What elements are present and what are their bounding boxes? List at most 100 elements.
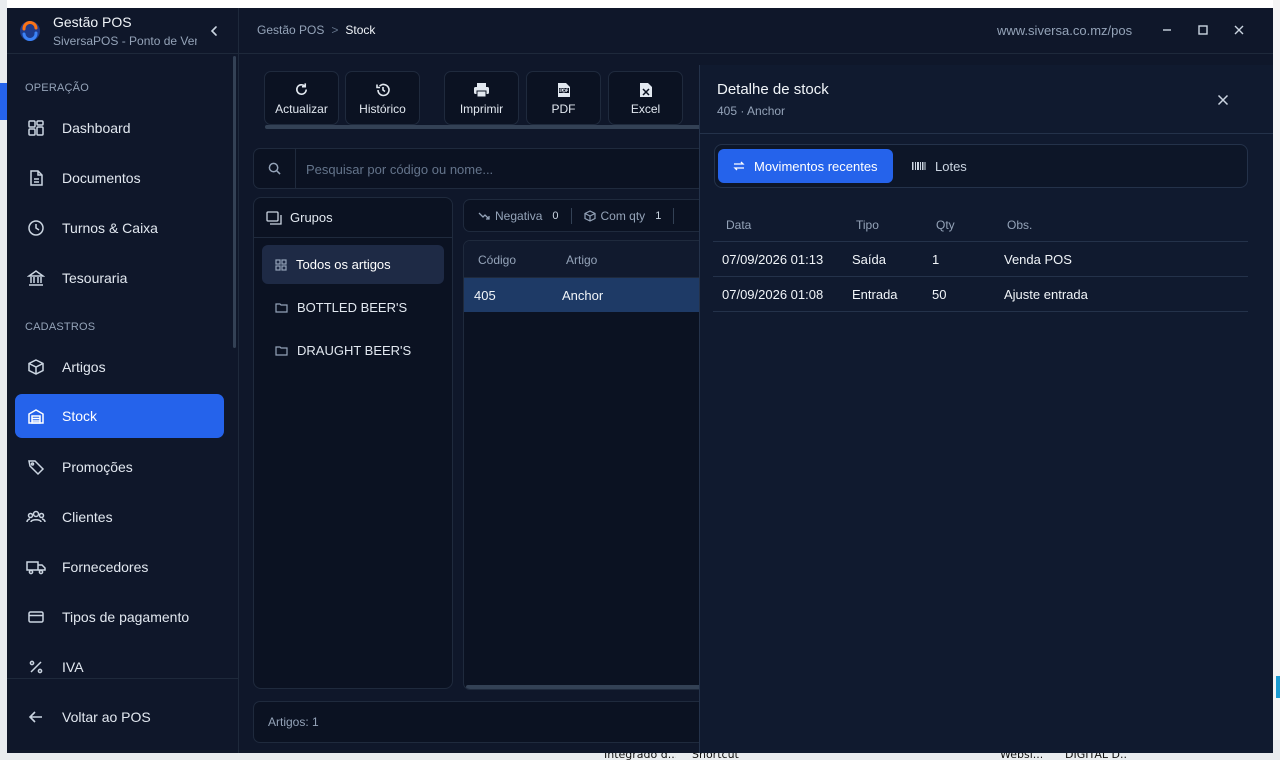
excel-button[interactable]: Excel (608, 71, 683, 125)
refresh-button[interactable]: Actualizar (264, 71, 339, 125)
section-label-operacao: OPERAÇÃO (25, 82, 89, 94)
collapse-sidebar-button[interactable] (205, 21, 223, 41)
pdf-label: PDF (551, 101, 576, 116)
cell-artigo: Anchor (562, 288, 604, 303)
table-row[interactable]: 405 Anchor (464, 278, 705, 312)
document-icon (26, 168, 46, 188)
top-header: Gestão POS > Stock www.siversa.co.mz/pos (239, 8, 1273, 54)
print-label: Imprimir (459, 101, 504, 116)
site-url[interactable]: www.siversa.co.mz/pos (997, 23, 1132, 38)
sidebar-item-documentos[interactable]: Documentos (15, 156, 224, 200)
movement-row: 07/09/2026 01:13 Saída 1 Venda POS (713, 242, 1248, 277)
sidebar-item-stock[interactable]: Stock (15, 394, 224, 438)
sidebar-item-clientes[interactable]: Clientes (15, 495, 224, 539)
brand-title: Gestão POS (53, 14, 132, 30)
minimize-button[interactable] (1157, 20, 1177, 40)
minimize-icon (1163, 29, 1171, 31)
column-header-artigo[interactable]: Artigo (566, 253, 597, 267)
movement-row: 07/09/2026 01:08 Entrada 50 Ajuste entra… (713, 277, 1248, 312)
sidebar-item-label: Clientes (62, 509, 113, 525)
sidebar-item-turnos-caixa[interactable]: Turnos & Caixa (15, 206, 224, 250)
arrow-left-icon (26, 707, 46, 727)
cell-data: 07/09/2026 01:13 (722, 252, 824, 267)
desktop-left-strip (0, 0, 7, 760)
dashboard-icon (26, 118, 46, 138)
sidebar-item-tipos-pagamento[interactable]: Tipos de pagamento (15, 595, 224, 639)
search-box (253, 148, 705, 189)
truck-icon (26, 557, 46, 577)
refresh-label: Actualizar (275, 101, 328, 116)
breadcrumb-root[interactable]: Gestão POS (257, 23, 324, 37)
pdf-button[interactable]: PDF (526, 71, 601, 125)
history-label: Histórico (359, 101, 406, 116)
movements-table: Data Tipo Qty Obs. 07/09/2026 01:13 Saíd… (713, 206, 1248, 312)
app-window: Gestão POS SiversaPOS - Ponto de Venda O… (7, 8, 1273, 753)
maximize-button[interactable] (1193, 20, 1213, 40)
panel-title: Detalhe de stock (717, 81, 829, 98)
filter-negativa[interactable]: Negativa 0 (478, 209, 559, 223)
close-panel-button[interactable] (1212, 89, 1234, 111)
column-header-qty: Qty (936, 218, 955, 232)
sidebar-item-iva[interactable]: IVA (15, 645, 224, 675)
box-icon (26, 357, 46, 377)
card-icon (26, 607, 46, 627)
filter-label: Com qty (600, 208, 646, 223)
back-to-pos-button[interactable]: Voltar ao POS (15, 695, 224, 739)
desktop-highlight (1276, 676, 1280, 698)
stock-table: Código Artigo 405 Anchor (463, 240, 705, 690)
print-button[interactable]: Imprimir (444, 71, 519, 125)
groups-panel: Grupos Todos os artigos BOTTLED BEER'S D… (253, 197, 453, 689)
column-header-tipo: Tipo (856, 218, 879, 232)
maximize-icon (1198, 25, 1208, 35)
close-icon (1234, 25, 1244, 35)
cell-tipo: Entrada (852, 287, 898, 302)
desktop-highlight (0, 83, 7, 120)
tab-lotes[interactable]: Lotes (897, 149, 982, 183)
filter-label: Negativa (495, 208, 543, 223)
close-window-button[interactable] (1229, 20, 1249, 40)
sidebar-item-fornecedores[interactable]: Fornecedores (15, 545, 224, 589)
group-item-label: DRAUGHT BEER'S (297, 343, 412, 358)
table-scrollbar[interactable] (466, 685, 705, 689)
back-to-pos-label: Voltar ao POS (62, 709, 151, 725)
sidebar-item-label: Turnos & Caixa (62, 220, 158, 236)
column-header-codigo[interactable]: Código (478, 253, 516, 267)
filter-bar: Negativa 0 Com qty 1 (463, 199, 705, 232)
sidebar-item-label: Tesouraria (62, 270, 128, 286)
tag-icon (26, 457, 46, 477)
excel-label: Excel (630, 101, 661, 116)
sidebar-scrollbar[interactable] (233, 56, 236, 348)
sidebar-footer: Voltar ao POS (7, 678, 239, 753)
group-item-all[interactable]: Todos os artigos (262, 245, 444, 284)
swap-icon (733, 161, 745, 171)
printer-icon (473, 81, 490, 99)
history-button[interactable]: Histórico (345, 71, 420, 125)
cell-obs: Ajuste entrada (1004, 287, 1088, 302)
breadcrumb: Gestão POS > Stock (257, 23, 375, 37)
filter-com-qty[interactable]: Com qty 1 (583, 208, 661, 223)
brand-logo-icon (20, 21, 40, 41)
sidebar-item-promocoes[interactable]: Promoções (15, 445, 224, 489)
search-input[interactable] (306, 159, 686, 179)
cell-codigo: 405 (474, 288, 496, 303)
cell-qty: 1 (932, 252, 940, 267)
group-item-draught-beers[interactable]: DRAUGHT BEER'S (262, 331, 444, 370)
clock-icon (26, 218, 46, 238)
status-bar: Artigos: 1 (253, 701, 705, 743)
sidebar-item-dashboard[interactable]: Dashboard (15, 106, 224, 150)
column-header-obs: Obs. (1007, 218, 1033, 232)
section-label-cadastros: CADASTROS (25, 321, 96, 333)
stock-detail-panel: Detalhe de stock 405 · Anchor Movimentos… (699, 65, 1273, 753)
sidebar-item-artigos[interactable]: Artigos (15, 345, 224, 389)
sidebar-item-tesouraria[interactable]: Tesouraria (15, 256, 224, 300)
barcode-icon (912, 161, 926, 171)
sidebar-item-label: Artigos (62, 359, 106, 375)
cell-qty: 50 (932, 287, 947, 302)
group-item-bottled-beers[interactable]: BOTTLED BEER'S (262, 288, 444, 327)
sidebar-item-label: Tipos de pagamento (62, 609, 190, 625)
pdf-icon (557, 81, 571, 99)
bank-icon (26, 268, 46, 288)
movements-header: Data Tipo Qty Obs. (713, 206, 1248, 242)
toolbar-scrollbar[interactable] (265, 125, 705, 129)
tab-movimentos-recentes[interactable]: Movimentos recentes (718, 149, 893, 183)
